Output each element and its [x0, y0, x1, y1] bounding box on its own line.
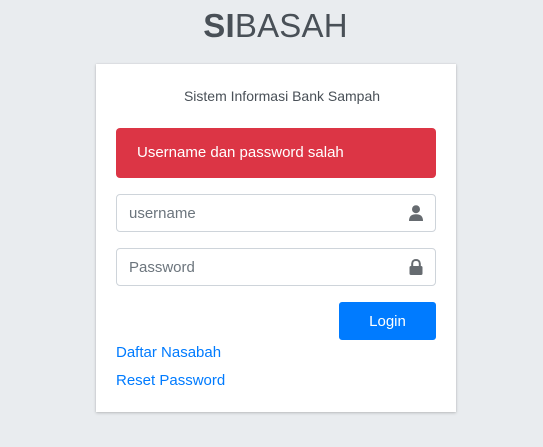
error-alert: Username dan password salah [116, 128, 436, 178]
username-field [116, 194, 436, 232]
username-input[interactable] [117, 195, 397, 231]
reset-password-link[interactable]: Reset Password [116, 372, 225, 389]
login-card: Sistem Informasi Bank Sampah Username da… [96, 64, 456, 412]
password-input[interactable] [117, 249, 397, 285]
password-field [116, 248, 436, 286]
register-link[interactable]: Daftar Nasabah [116, 344, 221, 361]
logo-light-text: BASAH [234, 7, 348, 44]
login-button[interactable]: Login [339, 302, 436, 340]
user-icon [397, 195, 435, 231]
lock-icon [397, 249, 435, 285]
logo-bold-text: SI [203, 7, 235, 44]
app-logo: SIBASAH [0, 6, 543, 46]
login-subtitle: Sistem Informasi Bank Sampah [183, 88, 381, 104]
